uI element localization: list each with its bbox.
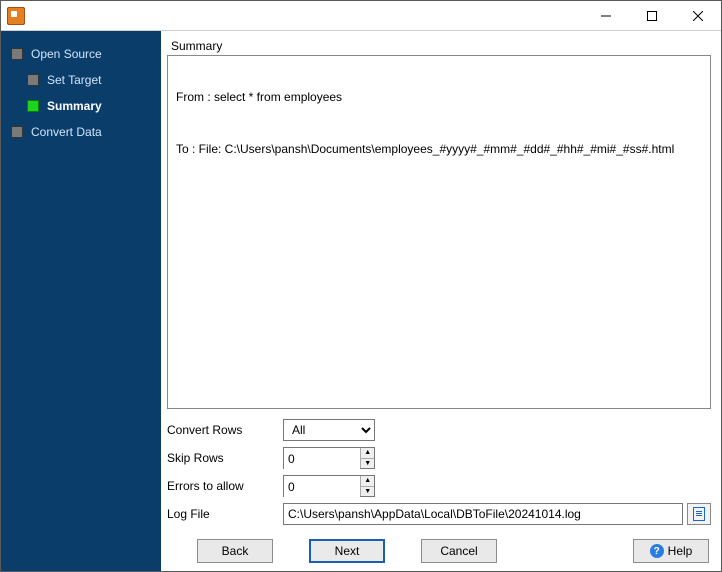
- skip-rows-spinner[interactable]: ▲ ▼: [283, 447, 375, 469]
- maximize-button[interactable]: [629, 1, 675, 30]
- window-controls: [583, 1, 721, 30]
- summary-to-line: To : File: C:\Users\pansh\Documents\empl…: [176, 142, 702, 156]
- app-window: Open Source Set Target Summary Convert D…: [0, 0, 722, 572]
- nav-label: Summary: [47, 99, 102, 113]
- nav-summary[interactable]: Summary: [1, 93, 161, 119]
- step-box-icon: [27, 74, 39, 86]
- step-box-icon: [11, 126, 23, 138]
- app-icon: [7, 7, 25, 25]
- errors-allow-label: Errors to allow: [167, 479, 277, 493]
- main-panel: Summary From : select * from employees T…: [161, 31, 721, 571]
- wizard-buttons: Back Next Cancel ? Help: [167, 539, 711, 563]
- help-button[interactable]: ? Help: [633, 539, 709, 563]
- nav-label: Open Source: [31, 47, 102, 61]
- next-button[interactable]: Next: [309, 539, 385, 563]
- summary-title: Summary: [171, 39, 709, 53]
- log-file-input[interactable]: [283, 503, 683, 525]
- spinner-up-icon[interactable]: ▲: [361, 448, 374, 459]
- nav-label: Set Target: [47, 73, 101, 87]
- back-button[interactable]: Back: [197, 539, 273, 563]
- document-icon: [693, 507, 705, 521]
- summary-from-line: From : select * from employees: [176, 90, 702, 104]
- nav-convert-data[interactable]: Convert Data: [1, 119, 161, 145]
- convert-rows-label: Convert Rows: [167, 423, 277, 437]
- skip-rows-label: Skip Rows: [167, 451, 277, 465]
- log-file-label: Log File: [167, 507, 277, 521]
- minimize-button[interactable]: [583, 1, 629, 30]
- skip-rows-input[interactable]: [284, 448, 360, 470]
- cancel-button[interactable]: Cancel: [421, 539, 497, 563]
- spinner-up-icon[interactable]: ▲: [361, 476, 374, 487]
- options-form: Convert Rows All Skip Rows ▲ ▼: [167, 419, 711, 525]
- nav-label: Convert Data: [31, 125, 102, 139]
- spinner-down-icon[interactable]: ▼: [361, 487, 374, 497]
- summary-text[interactable]: From : select * from employees To : File…: [167, 55, 711, 409]
- step-box-icon: [27, 100, 39, 112]
- titlebar: [1, 1, 721, 31]
- errors-allow-spinner[interactable]: ▲ ▼: [283, 475, 375, 497]
- browse-log-button[interactable]: [687, 503, 711, 525]
- nav-set-target[interactable]: Set Target: [1, 67, 161, 93]
- step-box-icon: [11, 48, 23, 60]
- nav-open-source[interactable]: Open Source: [1, 41, 161, 67]
- help-icon: ?: [650, 544, 664, 558]
- convert-rows-select[interactable]: All: [283, 419, 375, 441]
- spinner-down-icon[interactable]: ▼: [361, 459, 374, 469]
- wizard-sidebar: Open Source Set Target Summary Convert D…: [1, 31, 161, 571]
- errors-allow-input[interactable]: [284, 476, 360, 498]
- close-button[interactable]: [675, 1, 721, 30]
